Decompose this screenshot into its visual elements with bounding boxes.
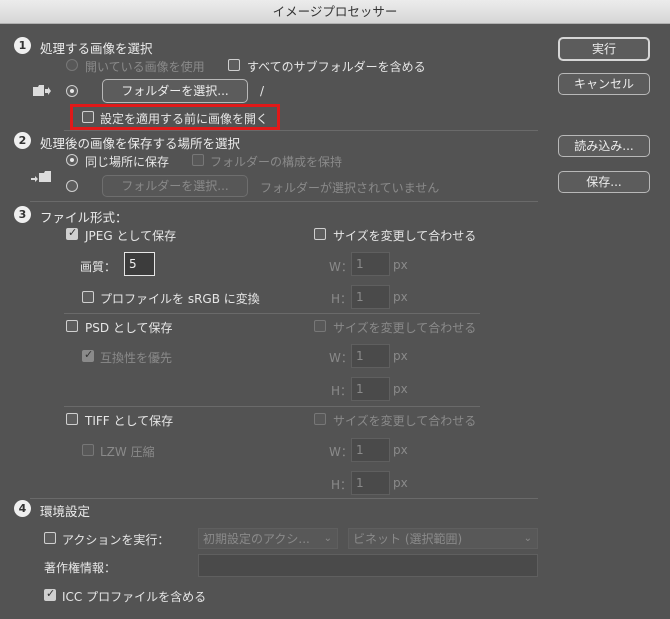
maximize-compat-label: 互換性を優先 — [100, 351, 173, 365]
jpeg-width-unit: px — [393, 258, 408, 272]
section-3-number: 3 — [14, 206, 31, 223]
quality-label: 画質： — [80, 260, 117, 274]
chevron-down-icon: ⌄ — [523, 533, 532, 544]
save-settings-button[interactable]: 保存... — [558, 171, 650, 193]
copyright-label: 著作権情報： — [44, 561, 117, 575]
action-set-select[interactable]: 初期設定のアクシ... ⌄ — [198, 528, 338, 549]
jpeg-height-input[interactable]: 1 — [351, 285, 390, 309]
jpeg-resize-label: サイズを変更して合わせる — [333, 229, 477, 243]
divider — [64, 130, 538, 131]
convert-srgb-checkbox[interactable] — [82, 291, 94, 303]
save-as-psd-checkbox[interactable] — [66, 320, 78, 332]
jpeg-height-label: H： — [331, 292, 353, 306]
jpeg-width-label: W： — [329, 260, 353, 274]
lzw-checkbox[interactable] — [82, 444, 94, 456]
section-3-title: ファイル形式： — [40, 210, 128, 225]
folder-arrow-icon — [30, 170, 52, 184]
use-open-images-radio[interactable] — [66, 59, 78, 71]
tiff-width-unit: px — [393, 443, 408, 457]
run-action-checkbox[interactable] — [44, 532, 56, 544]
psd-width-unit: px — [393, 349, 408, 363]
action-set-value: 初期設定のアクシ... — [203, 532, 310, 546]
maximize-compat-checkbox[interactable] — [82, 348, 94, 362]
tiff-height-unit: px — [393, 476, 408, 490]
run-action-label: アクションを実行： — [62, 533, 170, 547]
tiff-height-label: H： — [331, 478, 353, 492]
include-icc-label: ICC プロファイルを含める — [62, 590, 207, 604]
include-subfolders-label: すべてのサブフォルダーを含める — [247, 60, 426, 74]
section-4-title: 環境設定 — [40, 504, 91, 519]
tiff-height-input[interactable]: 1 — [351, 471, 390, 495]
psd-width-input[interactable]: 1 — [351, 344, 390, 368]
folder-arrow-icon — [32, 84, 52, 98]
psd-resize-checkbox[interactable] — [314, 320, 326, 332]
divider — [64, 406, 480, 407]
quality-input[interactable]: 5 — [124, 252, 155, 276]
save-as-tiff-checkbox[interactable] — [66, 413, 78, 425]
jpeg-width-input[interactable]: 1 — [351, 252, 390, 276]
no-folder-selected-label: フォルダーが選択されていません — [260, 181, 440, 195]
run-button[interactable]: 実行 — [558, 37, 650, 61]
jpeg-height-unit: px — [393, 290, 408, 304]
window-title: イメージプロセッサー — [0, 0, 670, 24]
section-1-title: 処理する画像を選択 — [40, 41, 153, 56]
select-destination-folder-button[interactable]: フォルダーを選択... — [102, 175, 248, 197]
include-subfolders-checkbox[interactable] — [228, 59, 240, 71]
select-destination-radio[interactable] — [66, 180, 78, 192]
psd-height-label: H： — [331, 384, 353, 398]
cancel-button[interactable]: キャンセル — [558, 73, 650, 95]
tiff-width-label: W： — [329, 445, 353, 459]
same-location-radio[interactable] — [66, 154, 78, 166]
chevron-down-icon: ⌄ — [323, 533, 332, 544]
save-as-jpeg-label: JPEG として保存 — [85, 229, 177, 243]
psd-resize-label: サイズを変更して合わせる — [333, 321, 477, 335]
load-button[interactable]: 読み込み... — [558, 135, 650, 157]
save-as-tiff-label: TIFF として保存 — [85, 414, 174, 428]
open-first-checkbox[interactable] — [82, 111, 94, 123]
keep-structure-label: フォルダーの構成を保持 — [210, 155, 343, 169]
source-folder-path: / — [260, 84, 265, 98]
psd-height-input[interactable]: 1 — [351, 377, 390, 401]
lzw-label: LZW 圧縮 — [100, 445, 155, 459]
divider — [30, 498, 538, 499]
tiff-width-input[interactable]: 1 — [351, 438, 390, 462]
section-2-number: 2 — [14, 132, 31, 149]
action-name-select[interactable]: ビネット (選択範囲) ⌄ — [348, 528, 538, 549]
select-folder-radio[interactable] — [66, 85, 78, 97]
psd-width-label: W： — [329, 351, 353, 365]
copyright-input[interactable] — [198, 554, 538, 577]
tiff-resize-checkbox[interactable] — [314, 413, 326, 425]
tiff-resize-label: サイズを変更して合わせる — [333, 414, 477, 428]
psd-height-unit: px — [393, 382, 408, 396]
section-2-title: 処理後の画像を保存する場所を選択 — [40, 136, 241, 151]
section-1-number: 1 — [14, 37, 31, 54]
select-source-folder-button[interactable]: フォルダーを選択... — [102, 79, 248, 103]
use-open-images-label: 開いている画像を使用 — [85, 60, 205, 74]
keep-structure-checkbox[interactable] — [192, 154, 204, 166]
include-icc-checkbox[interactable] — [44, 587, 56, 601]
divider — [30, 201, 538, 202]
divider — [64, 313, 480, 314]
convert-srgb-label: プロファイルを sRGB に変換 — [100, 292, 260, 306]
open-first-label: 設定を適用する前に画像を開く — [100, 112, 269, 126]
save-as-jpeg-checkbox[interactable] — [66, 226, 78, 240]
section-4-number: 4 — [14, 500, 31, 517]
same-location-label: 同じ場所に保存 — [85, 155, 170, 169]
jpeg-resize-checkbox[interactable] — [314, 228, 326, 240]
save-as-psd-label: PSD として保存 — [85, 321, 173, 335]
action-name-value: ビネット (選択範囲) — [353, 532, 463, 546]
